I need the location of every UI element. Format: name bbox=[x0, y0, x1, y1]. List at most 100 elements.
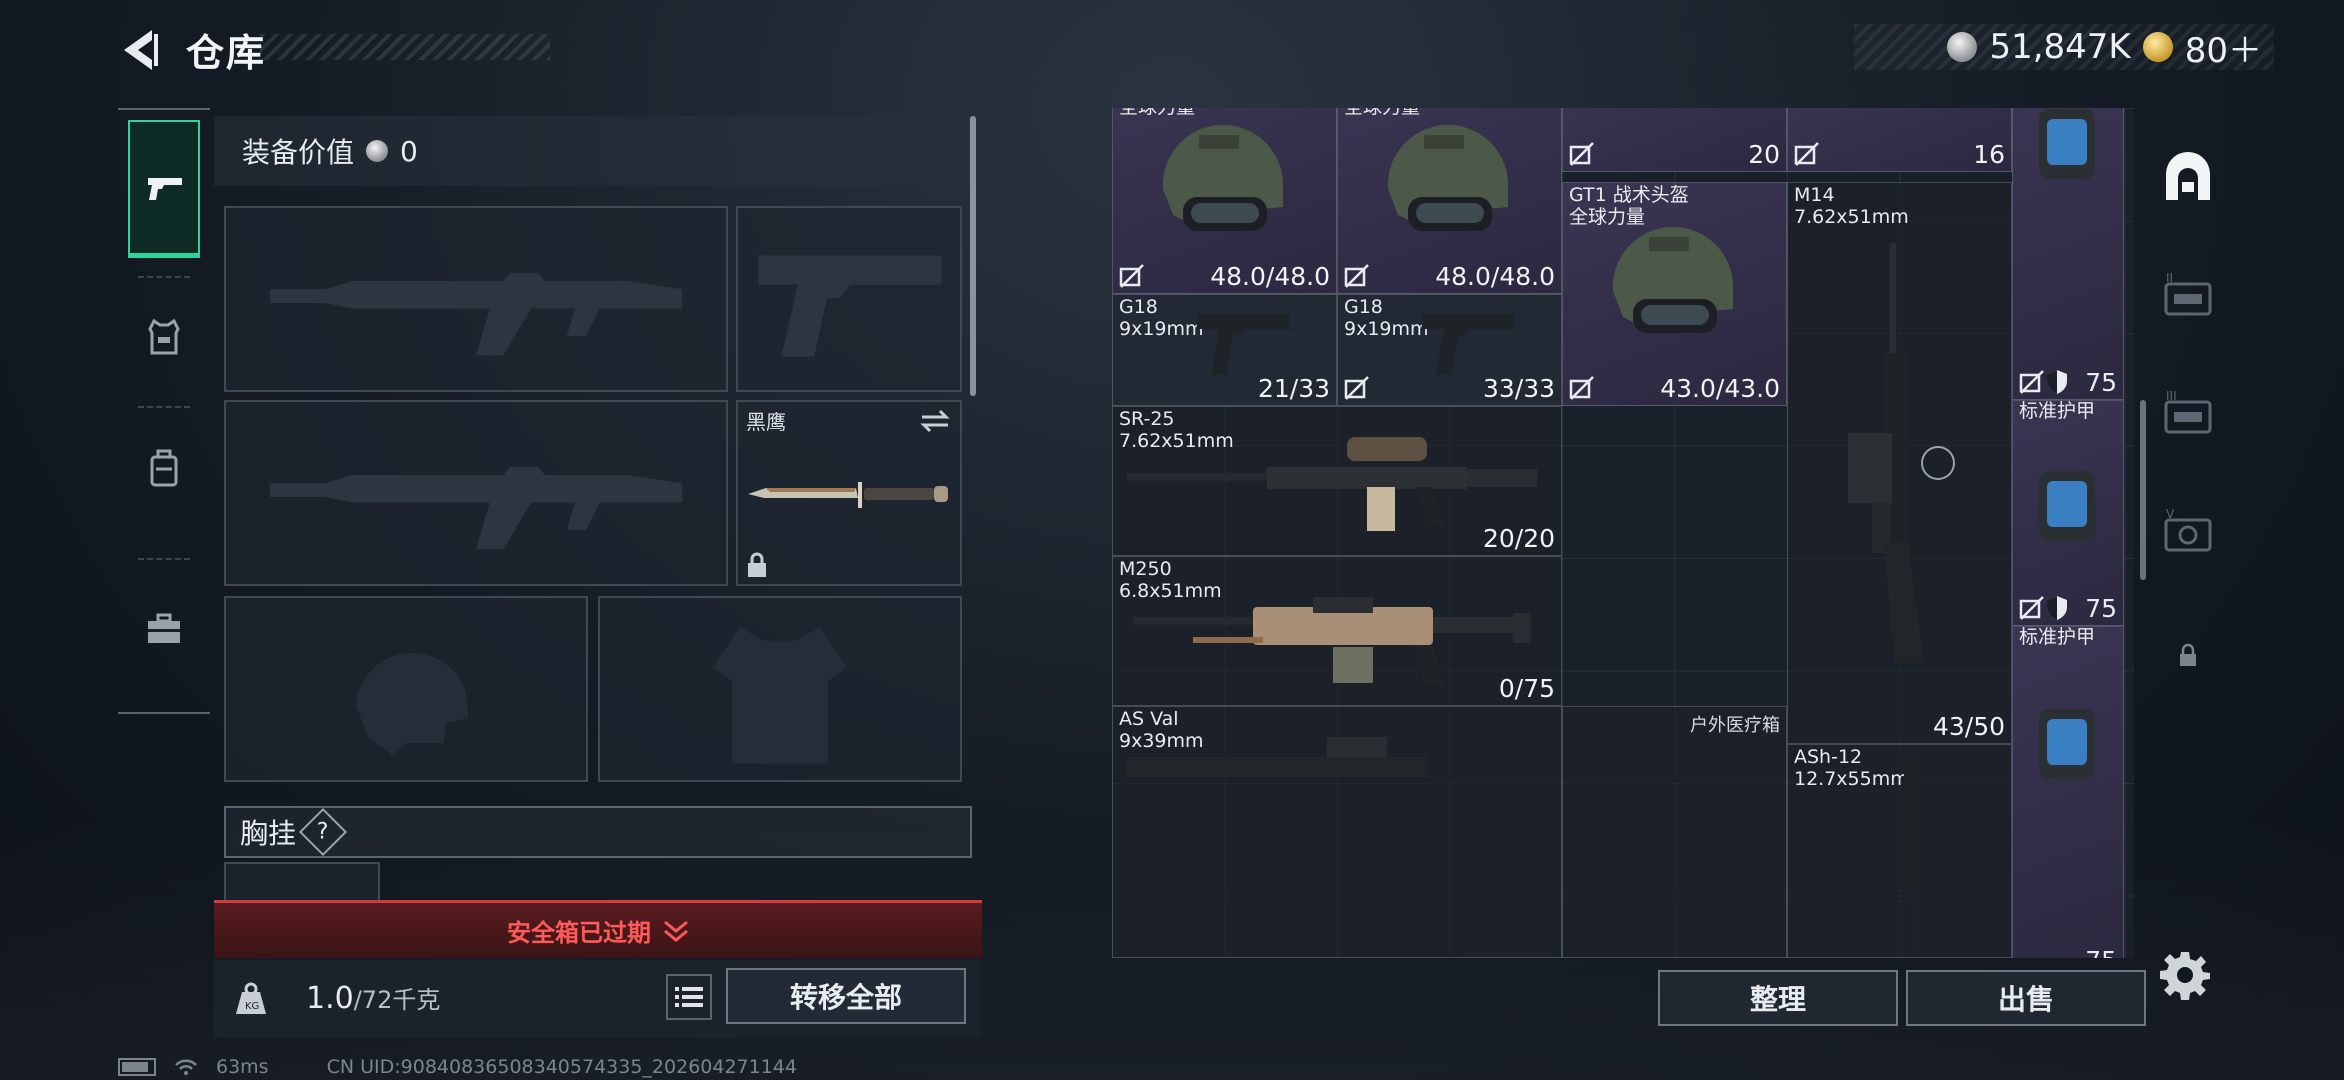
storage-item-m14[interactable]: M14 7.62x51mm 43/50 bbox=[1787, 182, 2012, 744]
storage-item-sr25[interactable]: SR-25 7.62x51mm 20/20 bbox=[1112, 406, 1562, 556]
primary-weapon-slot-1[interactable] bbox=[224, 206, 728, 392]
sort-button[interactable]: 整理 bbox=[1658, 970, 1898, 1026]
primary-weapon-slot-2[interactable] bbox=[224, 400, 728, 586]
no-trade-icon bbox=[2019, 370, 2044, 394]
item-name: G18 9x19mm bbox=[1119, 296, 1204, 340]
helmet-slot[interactable] bbox=[224, 596, 588, 782]
vest-silhouette-icon bbox=[713, 627, 847, 764]
armor-value: 75 bbox=[2085, 594, 2117, 623]
list-view-button[interactable] bbox=[666, 974, 712, 1020]
page-title: 仓库 bbox=[186, 31, 267, 75]
briefcase-icon bbox=[148, 613, 180, 643]
storage-item-gt1-helmet[interactable]: GT1 战术头盔 全球力量 43.0/43.0 bbox=[1562, 182, 1787, 406]
tab-storage[interactable] bbox=[2150, 138, 2226, 218]
divider bbox=[138, 406, 190, 408]
tab-locked[interactable] bbox=[2150, 616, 2226, 696]
storage-item-asval[interactable]: AS Val 9x39mm bbox=[1112, 706, 1562, 958]
item-ammo: 21/33 bbox=[1257, 374, 1330, 403]
pistol-silhouette-icon bbox=[758, 255, 942, 357]
storage-scrollbar[interactable] bbox=[2140, 400, 2146, 580]
no-trade-icon bbox=[1569, 376, 1594, 400]
pistol-icon bbox=[148, 177, 182, 200]
item-ammo: 43/50 bbox=[1932, 712, 2005, 741]
armor-plate-icon bbox=[2039, 709, 2095, 779]
secure-case-expired-label: 安全箱已过期 bbox=[507, 919, 651, 947]
storage-item-m250[interactable]: M250 6.8x51mm 0/75 bbox=[1112, 556, 1562, 706]
no-trade-icon bbox=[1344, 376, 1369, 400]
body-armor-slot[interactable] bbox=[598, 596, 962, 782]
list-icon bbox=[675, 987, 703, 1007]
sell-button[interactable]: 出售 bbox=[1906, 970, 2146, 1026]
no-trade-icon bbox=[2019, 596, 2044, 620]
m14-rifle-icon bbox=[1848, 243, 1955, 663]
lock-icon bbox=[2180, 643, 2196, 666]
help-button[interactable]: ? bbox=[298, 807, 348, 857]
item-durability: 48.0/48.0 bbox=[1210, 262, 1330, 291]
battery-icon bbox=[118, 1058, 156, 1076]
equipment-panel: 装备价值 0 黑鹰 胸挂 ? 安全箱已过期 KG 1.0/72千克 转移全部 bbox=[214, 108, 982, 1038]
asval-rifle-icon bbox=[1127, 737, 1427, 777]
storage-item-g18[interactable]: G18 9x19mm 21/33 bbox=[1112, 294, 1337, 406]
tab-backpack[interactable] bbox=[118, 420, 210, 518]
silver-coin-icon bbox=[366, 140, 389, 162]
no-trade-icon bbox=[1344, 264, 1369, 288]
storage-item-armor[interactable]: 标准护甲 75 bbox=[2012, 626, 2124, 958]
divider bbox=[138, 558, 190, 560]
weight-icon: KG bbox=[226, 974, 276, 1024]
back-button[interactable] bbox=[112, 22, 168, 78]
silver-coin-icon bbox=[1947, 32, 1978, 62]
backpack-icon bbox=[150, 449, 178, 487]
armor-plate-icon bbox=[2039, 471, 2095, 541]
help-icon: ? bbox=[317, 819, 329, 845]
shield-icon bbox=[2047, 370, 2067, 394]
tab-case[interactable] bbox=[118, 580, 210, 678]
storage-item-g18[interactable]: G18 9x19mm 33/33 bbox=[1337, 294, 1562, 406]
transfer-all-button[interactable]: 转移全部 bbox=[726, 968, 966, 1024]
melee-slot[interactable]: 黑鹰 bbox=[736, 400, 962, 586]
tab-gear[interactable] bbox=[118, 288, 210, 386]
gold-amount[interactable]: 80＋ bbox=[2185, 23, 2262, 72]
no-trade-icon bbox=[1119, 264, 1144, 288]
storage-item-armor[interactable]: 标准护甲 75 bbox=[2012, 400, 2124, 626]
svg-text:II: II bbox=[2166, 271, 2173, 285]
tactical-helmet-icon bbox=[1612, 226, 1733, 333]
item-name: G18 9x19mm bbox=[1344, 296, 1429, 340]
wifi-icon bbox=[175, 1059, 197, 1075]
equipment-value: 0 bbox=[400, 134, 418, 168]
storage-item-ash12[interactable]: ASh-12 12.7x55mm bbox=[1787, 744, 2012, 958]
storage-grid: 全球力量 48.0/48.0 全球力量 48.0/48.0 20 16 bbox=[1112, 108, 2134, 958]
suppressor-icon bbox=[1904, 755, 1922, 955]
secure-case-expired-banner[interactable]: 安全箱已过期 bbox=[214, 900, 982, 958]
tab-weapon-case-5[interactable]: V bbox=[2150, 492, 2226, 572]
item-name: M14 7.62x51mm bbox=[1794, 184, 1909, 228]
equipment-scrollbar[interactable] bbox=[970, 116, 976, 396]
storage-item-stack[interactable]: 20 bbox=[1562, 108, 1787, 172]
tactical-helmet-icon bbox=[1162, 124, 1283, 231]
gear-icon bbox=[2160, 952, 2210, 1000]
storage-item-medkit[interactable]: 户外医疗箱 bbox=[1562, 706, 1787, 958]
chest-rig-header: 胸挂 ? bbox=[224, 806, 972, 858]
item-ammo: 33/33 bbox=[1482, 374, 1555, 403]
sidearm-slot[interactable] bbox=[736, 206, 962, 392]
chest-rig-slot[interactable] bbox=[224, 862, 380, 902]
tab-weapons[interactable] bbox=[128, 120, 200, 258]
tab-weapon-case-2[interactable]: III bbox=[2150, 374, 2226, 454]
equipment-value-label: 装备价值 bbox=[242, 136, 355, 169]
storage-item-stack[interactable]: 16 bbox=[1787, 108, 2012, 172]
m250-machine-gun-icon bbox=[1133, 597, 1531, 687]
settings-button[interactable] bbox=[2160, 950, 2210, 1000]
ping: 63ms bbox=[216, 1056, 269, 1078]
carry-weight: 1.0/72千克 bbox=[306, 980, 440, 1016]
weight-current: 1.0 bbox=[306, 981, 354, 1016]
storage-item-helmet[interactable]: 全球力量 48.0/48.0 bbox=[1337, 108, 1562, 294]
svg-text:KG: KG bbox=[245, 1001, 259, 1012]
storage-item-helmet[interactable]: 全球力量 48.0/48.0 bbox=[1112, 108, 1337, 294]
weapon-case-5-icon: V bbox=[2164, 507, 2212, 552]
storage-icon bbox=[2166, 152, 2210, 200]
tab-weapon-case-1[interactable]: II bbox=[2150, 256, 2226, 336]
currency-bar: 51,847K 80＋ bbox=[1854, 23, 2274, 72]
storage-item-armor[interactable]: 75 bbox=[2012, 108, 2124, 400]
item-stack-count: 16 bbox=[1973, 140, 2005, 169]
silver-amount: 51,847K bbox=[1989, 27, 2131, 67]
swap-icon[interactable] bbox=[920, 408, 950, 434]
